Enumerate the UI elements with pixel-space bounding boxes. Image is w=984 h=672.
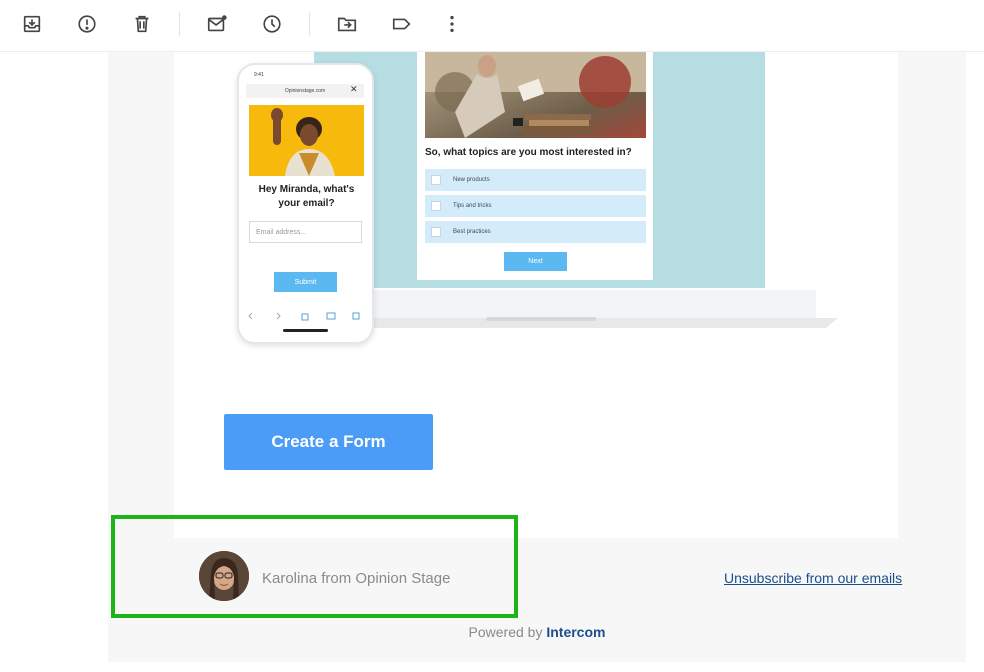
label-icon[interactable] (390, 12, 414, 36)
phone-home-indicator (283, 329, 328, 332)
sender-highlight-box (111, 515, 518, 618)
powered-by-prefix: Powered by (468, 624, 543, 640)
option-best-practices: Best practices (425, 221, 646, 243)
phone-email-field: Email address... (249, 221, 362, 243)
laptop-base (296, 290, 838, 328)
toolbar-separator (309, 12, 310, 36)
create-form-button[interactable]: Create a Form (224, 414, 433, 470)
phone-heading: Hey Miranda, what's your email? (258, 184, 355, 209)
phone-status-time: 9:41 (254, 72, 264, 78)
mark-unread-icon[interactable] (205, 12, 229, 36)
report-spam-icon[interactable] (75, 12, 99, 36)
phone-submit-button: Submit (274, 272, 337, 292)
phone-browser-nav (248, 312, 360, 321)
checkbox-icon (431, 227, 441, 237)
laptop-question: So, what topics are you most interested … (425, 147, 632, 158)
snooze-icon[interactable] (260, 12, 284, 36)
email-toolbar (0, 0, 984, 52)
waving-man-photo (249, 105, 364, 176)
more-options-icon[interactable] (440, 12, 464, 36)
checkbox-icon (431, 175, 441, 185)
unsubscribe-link[interactable]: Unsubscribe from our emails (724, 570, 902, 586)
delete-icon[interactable] (130, 12, 154, 36)
checkbox-icon (431, 201, 441, 211)
move-to-icon[interactable] (335, 12, 359, 36)
phone-url-bar: Opinionstage.com (246, 84, 364, 98)
sender-name: Karolina from Opinion Stage (262, 570, 451, 587)
woman-reading-photo (425, 52, 646, 138)
laptop-next-button: Next (504, 252, 567, 271)
powered-by-brand[interactable]: Intercom (546, 624, 605, 640)
phone-close-icon: ✕ (350, 84, 358, 94)
option-tips-and-tricks: Tips and tricks (425, 195, 646, 217)
toolbar-separator (179, 12, 180, 36)
avatar (199, 551, 249, 601)
archive-icon[interactable] (20, 12, 44, 36)
option-new-products: New products (425, 169, 646, 191)
powered-by: Powered by Intercom (0, 624, 984, 640)
